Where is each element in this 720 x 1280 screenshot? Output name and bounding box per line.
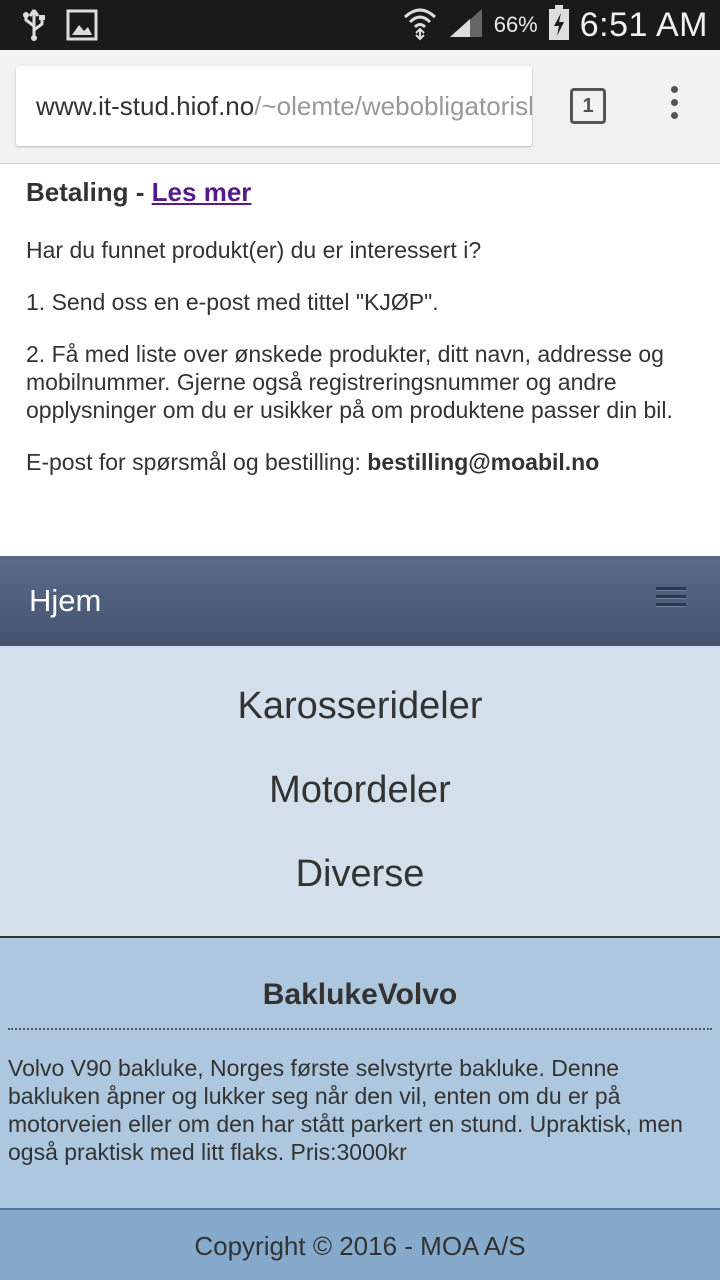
- tab-switcher-button[interactable]: 1: [570, 88, 606, 124]
- image-icon: [66, 9, 98, 46]
- clock: 6:51 AM: [579, 5, 708, 44]
- menu-item-karosserideler[interactable]: Karosserideler: [0, 664, 720, 748]
- page-footer: Copyright © 2016 - MOA A/S: [0, 1208, 720, 1280]
- menu-item-diverse[interactable]: Diverse: [0, 832, 720, 916]
- overflow-menu-icon[interactable]: [664, 86, 684, 126]
- payment-email-line: E-post for spørsmål og bestilling: besti…: [26, 449, 600, 475]
- signal-icon: [448, 7, 484, 44]
- category-menu: Karosserideler Motordeler Diverse: [0, 646, 720, 938]
- browser-toolbar: www.it-stud.hiof.no/~olemte/webobligator…: [0, 50, 720, 164]
- product-description: Volvo V90 bakluke, Norges første selvsty…: [8, 1055, 683, 1165]
- page-content: Betaling - Les mer Har du funnet produkt…: [0, 164, 720, 1280]
- hamburger-menu-icon[interactable]: [656, 587, 686, 611]
- url-host: www.it-stud.hiof.no: [36, 91, 255, 121]
- usb-icon: [20, 8, 48, 47]
- read-more-link[interactable]: Les mer: [152, 177, 252, 207]
- product-title: BaklukeVolvo: [262, 978, 458, 1011]
- menu-item-motordeler[interactable]: Motordeler: [0, 748, 720, 832]
- product-card: BaklukeVolvo Volvo V90 bakluke, Norges f…: [0, 938, 720, 1208]
- wifi-icon: [402, 5, 438, 46]
- battery-percent: 66%: [493, 12, 538, 37]
- battery-charging-icon: [548, 4, 570, 46]
- order-email: bestilling@moabil.no: [367, 449, 600, 475]
- nav-home-link[interactable]: Hjem: [29, 556, 101, 646]
- payment-section: Betaling - Les mer Har du funnet produkt…: [0, 164, 720, 476]
- url-path: /~olemte/webobligatorisk: [254, 91, 532, 121]
- payment-heading: Betaling - Les mer: [26, 177, 252, 207]
- address-bar[interactable]: www.it-stud.hiof.no/~olemte/webobligator…: [16, 66, 532, 146]
- status-bar: 66% 6:51 AM: [0, 0, 720, 50]
- payment-step-2: 2. Få med liste over ønskede produkter, …: [26, 341, 673, 423]
- payment-question: Har du funnet produkt(er) du er interess…: [26, 237, 482, 263]
- site-navbar: Hjem: [0, 556, 720, 646]
- payment-step-1: 1. Send oss en e-post med tittel "KJØP".: [26, 289, 439, 315]
